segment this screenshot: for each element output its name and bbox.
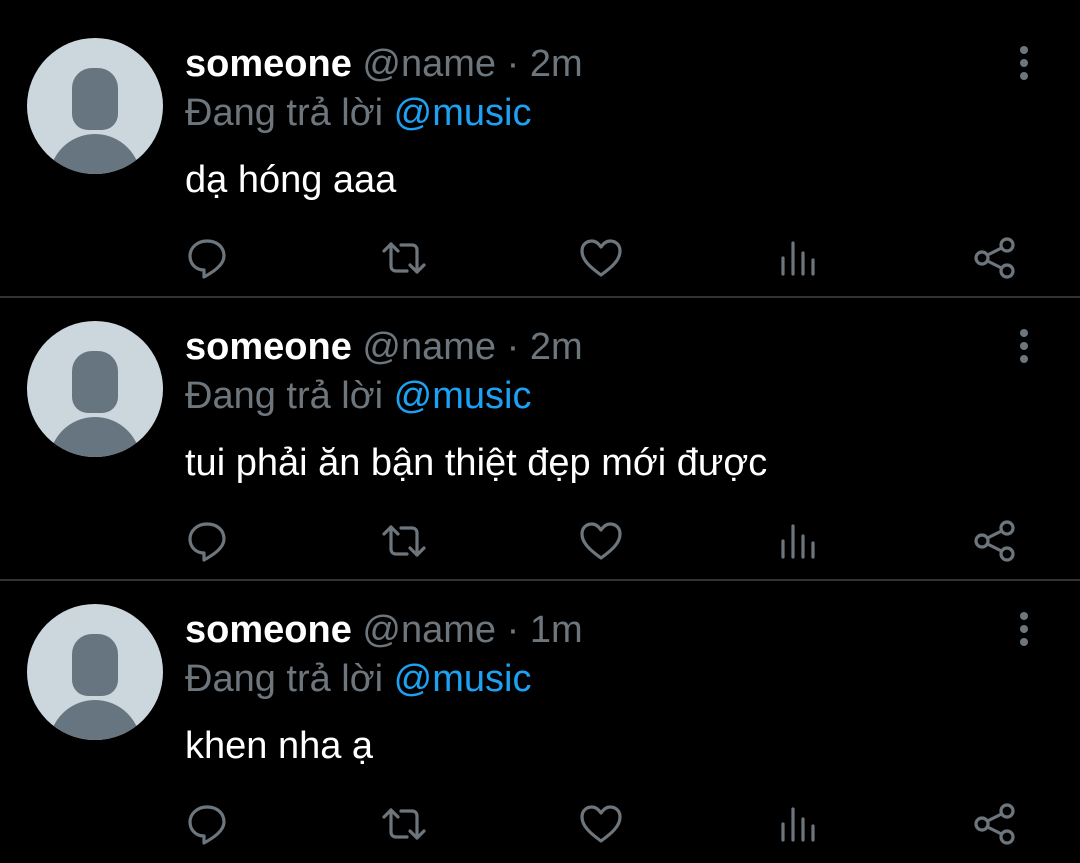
separator-dot: · (506, 326, 520, 368)
tweet-header: someone @name · 2m (185, 42, 583, 86)
mention-link[interactable]: @music (394, 658, 532, 700)
display-name[interactable]: someone (185, 609, 352, 651)
replying-to-label: Đang trả lời (185, 92, 384, 134)
retweet-icon[interactable] (380, 234, 428, 282)
reply-icon[interactable] (183, 800, 231, 848)
replying-to: Đang trả lời @music (185, 657, 531, 701)
tweet-text: tui phải ăn bận thiệt đẹp mới được (185, 442, 768, 484)
replying-to: Đang trả lời @music (185, 91, 531, 135)
avatar[interactable] (27, 38, 163, 174)
more-options-icon[interactable] (1008, 327, 1040, 365)
user-handle[interactable]: @name (362, 609, 496, 651)
mention-link[interactable]: @music (394, 92, 532, 134)
user-handle[interactable]: @name (362, 326, 496, 368)
avatar[interactable] (27, 321, 163, 457)
tweet-text: khen nha ạ (185, 725, 374, 767)
avatar-head-shape (72, 351, 118, 413)
retweet-icon[interactable] (380, 517, 428, 565)
analytics-icon[interactable] (774, 800, 822, 848)
tweet-text: dạ hóng aaa (185, 159, 397, 201)
avatar-body-shape (49, 134, 141, 174)
action-bar (0, 800, 1080, 848)
tweet-feed: someone @name · 2m Đang trả lời @music d… (0, 0, 1080, 863)
reply-icon[interactable] (183, 234, 231, 282)
separator-dot: · (506, 43, 520, 85)
timestamp[interactable]: 2m (530, 326, 583, 368)
analytics-icon[interactable] (774, 234, 822, 282)
tweet[interactable]: someone @name · 1m Đang trả lời @music k… (0, 566, 1080, 849)
tweet[interactable]: someone @name · 2m Đang trả lời @music t… (0, 283, 1080, 566)
more-options-icon[interactable] (1008, 44, 1040, 82)
tweet-header: someone @name · 2m (185, 325, 583, 369)
share-icon[interactable] (971, 234, 1019, 282)
action-bar (0, 517, 1080, 565)
retweet-icon[interactable] (380, 800, 428, 848)
mention-link[interactable]: @music (394, 375, 532, 417)
separator-dot: · (506, 609, 520, 651)
replying-to-label: Đang trả lời (185, 658, 384, 700)
like-icon[interactable] (577, 517, 625, 565)
avatar-head-shape (72, 68, 118, 130)
reply-icon[interactable] (183, 517, 231, 565)
replying-to-label: Đang trả lời (185, 375, 384, 417)
timestamp[interactable]: 2m (530, 43, 583, 85)
like-icon[interactable] (577, 234, 625, 282)
share-icon[interactable] (971, 517, 1019, 565)
avatar[interactable] (27, 604, 163, 740)
display-name[interactable]: someone (185, 43, 352, 85)
share-icon[interactable] (971, 800, 1019, 848)
avatar-head-shape (72, 634, 118, 696)
more-options-icon[interactable] (1008, 610, 1040, 648)
tweet[interactable]: someone @name · 2m Đang trả lời @music d… (0, 0, 1080, 283)
action-bar (0, 234, 1080, 282)
replying-to: Đang trả lời @music (185, 374, 531, 418)
timestamp[interactable]: 1m (530, 609, 583, 651)
display-name[interactable]: someone (185, 326, 352, 368)
tweet-header: someone @name · 1m (185, 608, 583, 652)
analytics-icon[interactable] (774, 517, 822, 565)
user-handle[interactable]: @name (362, 43, 496, 85)
avatar-body-shape (49, 417, 141, 457)
like-icon[interactable] (577, 800, 625, 848)
avatar-body-shape (49, 700, 141, 740)
